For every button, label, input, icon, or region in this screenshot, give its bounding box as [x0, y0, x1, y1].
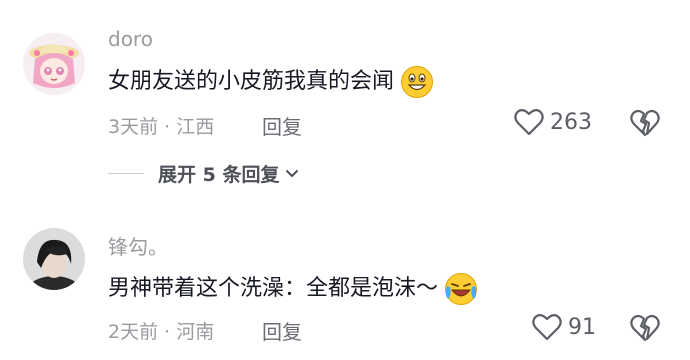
- avatar[interactable]: [23, 33, 85, 95]
- dislike-button[interactable]: [630, 109, 660, 141]
- man-photo-avatar-icon: [23, 228, 85, 290]
- comment-meta: 3天前 · 江西: [108, 116, 215, 138]
- divider-line: [108, 173, 144, 174]
- like-button[interactable]: 91: [532, 313, 596, 341]
- reply-button[interactable]: 回复: [262, 316, 302, 345]
- avatar[interactable]: [23, 228, 85, 290]
- expand-replies-button[interactable]: 展开 5 条回复: [108, 160, 299, 187]
- loudly-crying-laughing-face-icon: [445, 273, 478, 305]
- anime-girl-avatar-icon: [23, 33, 85, 95]
- comment-text: 女朋友送的小皮筋我真的会闻: [108, 63, 434, 99]
- comment-username[interactable]: 锋勾。: [108, 231, 168, 260]
- comment-meta: 2天前 · 河南: [108, 321, 215, 343]
- like-count: 91: [568, 314, 596, 340]
- reply-button[interactable]: 回复: [262, 111, 302, 140]
- comment-text-body: 女朋友送的小皮筋我真的会闻: [108, 69, 395, 94]
- comment-username[interactable]: doro: [108, 27, 153, 51]
- comment-text-body: 男神带着这个洗澡：全都是泡沫～: [108, 276, 439, 301]
- heart-outline-icon: [532, 314, 562, 341]
- comment-item: 锋勾。 男神带着这个洗澡：全都是泡沫～ 2天前 · 河南 回复 91: [0, 215, 690, 360]
- dislike-button[interactable]: [630, 314, 660, 346]
- broken-heart-icon: [630, 314, 660, 342]
- chevron-down-icon: [286, 169, 299, 177]
- grinning-face-icon: [401, 66, 434, 98]
- like-count: 263: [550, 109, 592, 135]
- like-button[interactable]: 263: [514, 108, 592, 136]
- comment-item: doro 女朋友送的小皮筋我真的会闻 3天前 · 江西 回复 263: [0, 0, 690, 150]
- comment-text: 男神带着这个洗澡：全都是泡沫～: [108, 270, 478, 306]
- heart-outline-icon: [514, 109, 544, 136]
- broken-heart-icon: [630, 109, 660, 137]
- expand-replies-label: 展开 5 条回复: [158, 164, 280, 186]
